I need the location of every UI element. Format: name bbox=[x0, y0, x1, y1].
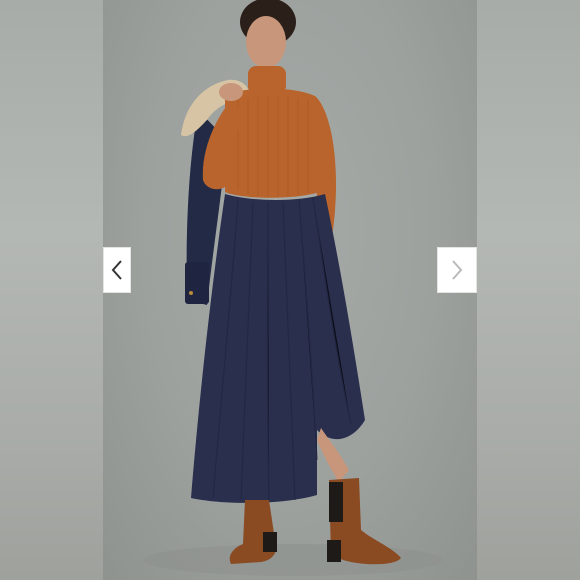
chevron-left-icon bbox=[110, 259, 124, 281]
chevron-right-icon bbox=[450, 259, 464, 281]
right-blurred-backdrop bbox=[477, 0, 580, 580]
image-gallery bbox=[0, 0, 580, 580]
next-image-button[interactable] bbox=[437, 247, 477, 293]
previous-image-button[interactable] bbox=[103, 247, 131, 293]
model-illustration bbox=[143, 0, 443, 576]
left-blurred-backdrop bbox=[0, 0, 103, 580]
product-photo bbox=[103, 0, 477, 580]
